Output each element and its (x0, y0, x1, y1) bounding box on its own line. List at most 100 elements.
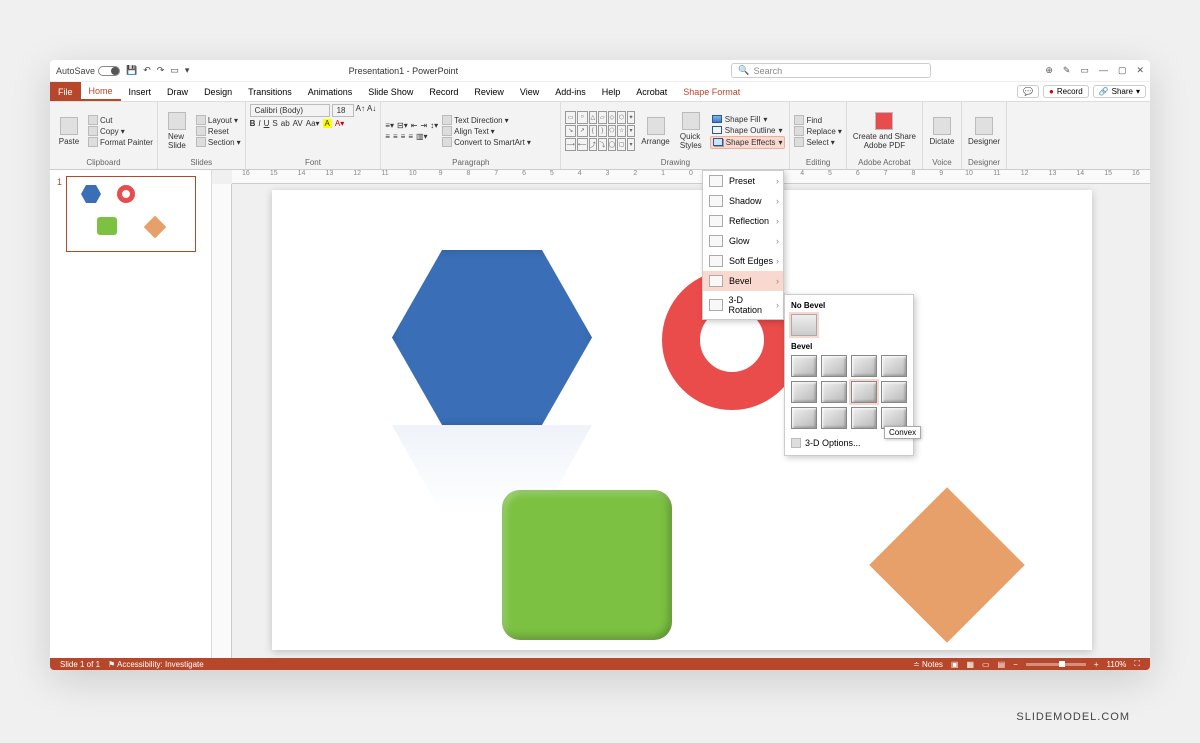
share-button[interactable]: 🔗Share▾ (1093, 85, 1146, 98)
slideshow-icon[interactable]: ▭ (170, 65, 179, 76)
tab-slide-show[interactable]: Slide Show (360, 82, 421, 101)
notes-button[interactable]: ≐ Notes (913, 660, 943, 669)
tab-record[interactable]: Record (421, 82, 466, 101)
accessibility-button[interactable]: ⚑ Accessibility: Investigate (108, 660, 204, 669)
tab-help[interactable]: Help (594, 82, 629, 101)
font-color-button[interactable]: A▾ (335, 119, 344, 128)
replace-button[interactable]: Replace▾ (794, 126, 841, 136)
columns-button[interactable]: ▥▾ (416, 132, 428, 141)
autosave-toggle[interactable]: AutoSave (56, 66, 120, 76)
adobe-pdf-button[interactable]: Create and Share Adobe PDF (851, 110, 918, 152)
bevel-swatch[interactable] (821, 355, 847, 377)
menu-soft-edges[interactable]: Soft Edges (703, 251, 783, 271)
align-center-button[interactable]: ≡ (393, 132, 398, 141)
shadow-button[interactable]: ab (281, 119, 290, 128)
cut-button[interactable]: Cut (88, 115, 153, 125)
menu-glow[interactable]: Glow (703, 231, 783, 251)
highlight-button[interactable]: A (323, 119, 332, 128)
shape-hexagon[interactable] (392, 250, 592, 425)
bevel-swatch[interactable] (851, 355, 877, 377)
select-button[interactable]: Select▾ (794, 137, 841, 147)
quick-styles-button[interactable]: Quick Styles (676, 110, 706, 152)
maximize-button[interactable]: ▢ (1118, 65, 1127, 76)
tab-animations[interactable]: Animations (300, 82, 361, 101)
bevel-swatch[interactable] (881, 355, 907, 377)
slide-canvas[interactable] (272, 190, 1092, 650)
fit-window-icon[interactable]: ⛶ (1134, 659, 1140, 669)
search-input[interactable]: 🔍 Search (731, 63, 931, 78)
dictate-button[interactable]: Dictate (927, 115, 957, 148)
bevel-swatch[interactable] (791, 407, 817, 429)
menu-shadow[interactable]: Shadow (703, 191, 783, 211)
shape-rounded-rectangle[interactable] (502, 490, 672, 640)
save-icon[interactable]: 💾 (126, 65, 137, 76)
numbering-button[interactable]: ⊟▾ (397, 121, 408, 130)
find-button[interactable]: Find (794, 115, 841, 125)
indent-dec-button[interactable]: ⇤ (411, 121, 418, 130)
tab-review[interactable]: Review (466, 82, 512, 101)
new-slide-button[interactable]: New Slide (162, 110, 192, 152)
align-left-button[interactable]: ≡ (385, 132, 390, 141)
tab-transitions[interactable]: Transitions (240, 82, 300, 101)
font-size-select[interactable]: 18 (332, 104, 354, 117)
copy-button[interactable]: Copy▾ (88, 126, 153, 136)
minimize-button[interactable]: — (1099, 65, 1108, 76)
menu-bevel[interactable]: Bevel (703, 271, 783, 291)
format-painter-button[interactable]: Format Painter (88, 137, 153, 147)
zoom-in-icon[interactable]: + (1094, 660, 1099, 669)
slide-thumbnail-1[interactable]: 1 (66, 176, 196, 252)
bullets-button[interactable]: ≡▾ (385, 121, 394, 130)
strike-button[interactable]: S (272, 119, 277, 128)
align-right-button[interactable]: ≡ (401, 132, 406, 141)
convert-smartart-button[interactable]: Convert to SmartArt▾ (442, 137, 531, 147)
shape-effects-button[interactable]: Shape Effects▾ (710, 136, 786, 149)
bevel-swatch[interactable] (821, 381, 847, 403)
font-name-select[interactable]: Calibri (Body) (250, 104, 330, 117)
justify-button[interactable]: ≡ (408, 132, 413, 141)
shape-outline-button[interactable]: Shape Outline▾ (710, 125, 786, 136)
record-button[interactable]: ●Record (1043, 85, 1089, 98)
tab-acrobat[interactable]: Acrobat (628, 82, 675, 101)
view-sorter-icon[interactable]: ▦ (966, 660, 974, 669)
comments-button[interactable]: 💬 (1017, 85, 1039, 98)
underline-button[interactable]: U (264, 119, 270, 128)
shape-diamond[interactable] (869, 487, 1025, 643)
shape-fill-button[interactable]: Shape Fill▾ (710, 114, 786, 125)
text-direction-button[interactable]: Text Direction▾ (442, 115, 531, 125)
tab-design[interactable]: Design (196, 82, 240, 101)
bevel-swatch-convex[interactable] (851, 381, 877, 403)
web-icon[interactable]: ⊕ (1045, 65, 1053, 76)
tab-insert[interactable]: Insert (121, 82, 160, 101)
bevel-swatch[interactable] (821, 407, 847, 429)
shapes-gallery[interactable]: ▭○△▱◇⬡✦ ↘↗{}⬠☆▾ ⟶⟵⤴⤵◯▢▾ (565, 111, 635, 151)
paste-button[interactable]: Paste (54, 115, 84, 148)
reset-button[interactable]: Reset (196, 126, 241, 136)
undo-icon[interactable]: ↶ (143, 65, 151, 76)
menu-reflection[interactable]: Reflection (703, 211, 783, 231)
menu-preset[interactable]: Preset (703, 171, 783, 191)
ribbon-mode-icon[interactable]: ▭ (1080, 65, 1089, 76)
align-text-button[interactable]: Align Text▾ (442, 126, 531, 136)
case-button[interactable]: Aa▾ (306, 119, 320, 128)
bevel-swatch[interactable] (881, 381, 907, 403)
menu-3d-rotation[interactable]: 3-D Rotation (703, 291, 783, 319)
zoom-slider[interactable] (1026, 663, 1086, 666)
tab-add-ins[interactable]: Add-ins (547, 82, 594, 101)
layout-button[interactable]: Layout▾ (196, 115, 241, 125)
view-normal-icon[interactable]: ▣ (951, 660, 959, 669)
increase-font-icon[interactable]: A↑ (356, 104, 365, 117)
pen-icon[interactable]: ✎ (1063, 65, 1071, 76)
no-bevel-swatch[interactable] (791, 314, 817, 336)
designer-button[interactable]: Designer (966, 115, 1002, 148)
spacing-button[interactable]: AV (293, 119, 303, 128)
redo-icon[interactable]: ↷ (157, 65, 165, 76)
tab-draw[interactable]: Draw (159, 82, 196, 101)
zoom-level[interactable]: 110% (1107, 660, 1127, 669)
bevel-swatch[interactable] (791, 355, 817, 377)
italic-button[interactable]: I (258, 119, 260, 128)
arrange-button[interactable]: Arrange (639, 115, 671, 148)
tab-shape-format[interactable]: Shape Format (675, 82, 748, 101)
line-spacing-button[interactable]: ↕▾ (430, 121, 438, 130)
bevel-swatch[interactable] (851, 407, 877, 429)
view-slideshow-icon[interactable]: ▤ (998, 660, 1006, 669)
